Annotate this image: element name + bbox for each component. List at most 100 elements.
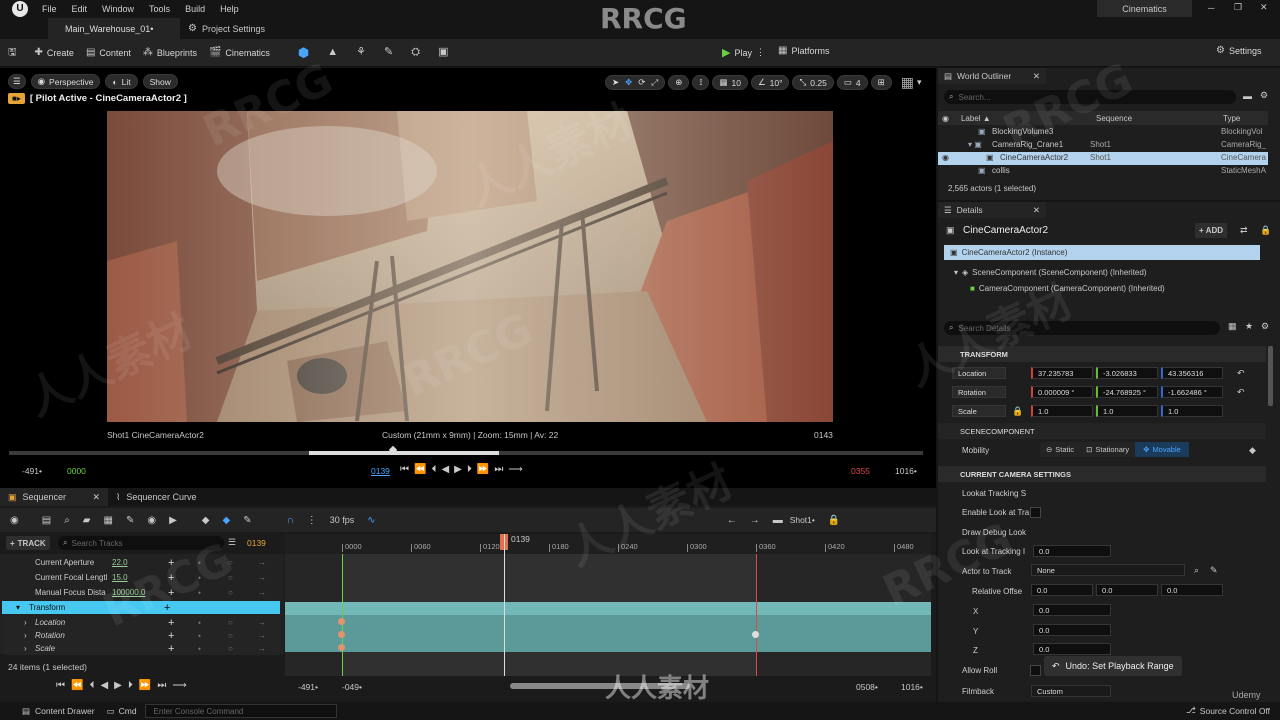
mobility-key-icon[interactable]: ◆ — [1249, 445, 1256, 456]
scenecomponent-section-header[interactable]: SCENECOMPONENT — [938, 423, 1266, 439]
prev-key-icon[interactable]: ⬩ — [198, 618, 201, 628]
blueprint-convert-icon[interactable]: ⇄ — [1240, 225, 1248, 236]
location-dropdown[interactable]: Location — [952, 367, 1006, 379]
tab-project-settings[interactable]: ⚙ Project Settings — [188, 18, 265, 39]
prev-key-icon[interactable]: ⬩ — [198, 644, 201, 654]
details-settings-icon[interactable]: ⚙ — [1261, 321, 1269, 332]
pilot-camera-icon[interactable]: ■▸ — [8, 93, 25, 104]
level-viewport[interactable]: ☰ ◉ Perspective ◐ Lit Show ➤ ✥ ⟳ ⤢ ⊕ ⟟ ▦ 10 ∠ 1… — [0, 68, 936, 488]
track-area[interactable] — [285, 534, 931, 676]
favorites-icon[interactable]: ★ — [1245, 321, 1253, 332]
prev-key-icon[interactable]: ⬩ — [198, 573, 201, 583]
track-search-input[interactable]: ⌕ Search Tracks — [58, 536, 224, 550]
next-key-icon[interactable]: → — [258, 573, 266, 582]
location-y[interactable]: -3.026833 — [1096, 367, 1158, 379]
track-value[interactable]: 22.0 — [112, 558, 128, 567]
mobility-static[interactable]: ⊖ Static — [1040, 442, 1081, 457]
outliner-row[interactable]: ▣ collis StaticMeshA — [938, 165, 1268, 178]
add-keyframe-icon[interactable]: ○ — [228, 631, 233, 640]
add-key-icon[interactable]: + — [168, 572, 174, 584]
forward-arrow-icon[interactable]: → — [750, 515, 760, 526]
next-key-icon[interactable]: → — [258, 644, 266, 653]
go-to-end-icon[interactable]: ⏭ — [494, 464, 503, 475]
track-row[interactable]: Current Aperture 22.0 + ⬩ ○ → — [4, 556, 280, 569]
col-sequence[interactable]: Sequence — [1096, 114, 1132, 123]
close-details-icon[interactable]: ✕ — [1033, 205, 1040, 216]
relative-offset-y[interactable]: 0.0 — [1096, 584, 1158, 596]
add-key-icon[interactable]: + — [168, 587, 174, 599]
outliner-row[interactable]: ◉ ▣ CineCameraActor2 Shot1 CineCamera — [938, 152, 1268, 165]
add-key-icon[interactable]: + — [168, 630, 174, 642]
source-control-button[interactable]: ⎇ Source Control Off — [1186, 705, 1270, 716]
time-ruler[interactable]: 0000 0060 0120 0180 0240 0300 0360 0420 0480 013… — [285, 534, 931, 554]
scale-z[interactable]: 1.0 — [1161, 405, 1223, 417]
fracture-mode-icon[interactable]: ▣ — [438, 47, 448, 58]
shot-selector[interactable]: Shot1• — [790, 515, 815, 525]
add-camera-icon[interactable]: ▤ — [42, 515, 51, 526]
visibility-icon[interactable]: ◉ — [942, 114, 949, 123]
outliner-row[interactable]: ▣ BlockingVolume3 BlockingVol — [938, 126, 1268, 139]
add-key-icon[interactable]: + — [164, 602, 170, 614]
blueprints-button[interactable]: ⁂ Blueprints — [143, 47, 197, 58]
maximize-viewport-button[interactable]: ⊞ — [870, 75, 892, 90]
seq-go-start-icon[interactable]: ⏮ — [56, 680, 65, 691]
world-space-button[interactable]: ⊕ — [668, 75, 690, 90]
rotation-y[interactable]: -24.768925 ° — [1096, 386, 1158, 398]
back-arrow-icon[interactable]: ← — [727, 515, 737, 526]
expand-arrow-icon[interactable]: › — [24, 618, 27, 627]
console-input[interactable]: Enter Console Command — [144, 704, 337, 718]
scale-y[interactable]: 1.0 — [1096, 405, 1158, 417]
seq-step-fwd-icon[interactable]: ⏵ — [128, 680, 133, 691]
add-track-button[interactable]: + TRACK — [6, 536, 50, 550]
scale-snap-button[interactable]: ⤡ 0.25 — [792, 75, 834, 90]
curve-icon[interactable]: ∿ — [367, 515, 375, 526]
outliner-row[interactable]: ▾ ▣ CameraRig_Crane1 Shot1 CameraRig_ — [938, 139, 1268, 152]
next-key-icon[interactable]: → — [258, 618, 266, 627]
settings-button[interactable]: ⚙ Settings — [1216, 46, 1262, 57]
next-key-icon[interactable]: ⏩ — [477, 464, 489, 475]
transform-tools[interactable]: ➤ ✥ ⟳ ⤢ — [605, 75, 666, 90]
next-key-icon[interactable]: → — [258, 588, 266, 597]
rotation-dropdown[interactable]: Rotation — [952, 386, 1006, 398]
actions-icon[interactable]: ✎ — [126, 515, 134, 526]
add-key-icon[interactable]: + — [168, 617, 174, 629]
viewport-layout-icon[interactable]: ▦ — [901, 74, 914, 91]
details-tab[interactable]: ☰ Details ✕ — [938, 202, 1046, 218]
menu-tools[interactable]: Tools — [149, 4, 170, 14]
filter-icon[interactable]: ☰ — [228, 537, 236, 548]
add-keyframe-icon[interactable]: ○ — [228, 558, 233, 567]
keyframe-end[interactable] — [752, 631, 759, 638]
lock-icon[interactable]: 🔒 — [828, 515, 840, 526]
prev-key-icon[interactable]: ⏪ — [414, 464, 426, 475]
seq-reverse-icon[interactable]: ◀ — [100, 680, 108, 691]
cinematics-button[interactable]: 🎬 Cinematics — [209, 47, 270, 58]
grid-snap-button[interactable]: ▦ 10 — [712, 75, 748, 90]
current-frame-field[interactable]: 0139 — [247, 538, 266, 548]
menu-build[interactable]: Build — [185, 4, 205, 14]
close-window-icon[interactable]: ✕ — [1260, 2, 1268, 13]
play-reverse-icon[interactable]: ◀ — [441, 464, 449, 475]
mobility-stationary[interactable]: ⊡ Stationary — [1080, 442, 1136, 457]
keyframe-rotation[interactable] — [338, 631, 345, 638]
offset-x-field[interactable]: 0.0 — [1033, 604, 1111, 616]
seq-go-end-icon[interactable]: ⏭ — [157, 680, 166, 691]
offset-z-field[interactable]: 0.0 — [1033, 643, 1111, 655]
scale-x[interactable]: 1.0 — [1031, 405, 1093, 417]
outliner-search[interactable]: ⌕ Search... — [944, 90, 1236, 104]
outliner-tab[interactable]: ▤ World Outliner ✕ — [938, 68, 1046, 84]
relative-offset-x[interactable]: 0.0 — [1031, 584, 1093, 596]
content-drawer-button[interactable]: ▤ Content Drawer — [22, 706, 95, 717]
seq-next-key-icon[interactable]: ⏩ — [139, 680, 151, 691]
scale-lock-icon[interactable]: 🔒 — [1012, 406, 1023, 417]
show-button[interactable]: Show — [142, 74, 178, 89]
location-z[interactable]: 43.356316 — [1161, 367, 1223, 379]
keyframe-scale[interactable] — [338, 644, 345, 651]
add-keyframe-icon[interactable]: ○ — [228, 573, 233, 582]
seq-prev-key-icon[interactable]: ⏪ — [71, 680, 83, 691]
track-row[interactable]: Manual Focus Dista 100000.0 + ⬩ ○ → — [4, 586, 280, 599]
select-mode-icon[interactable]: ⬢ — [298, 46, 309, 59]
offset-y-field[interactable]: 0.0 — [1033, 624, 1111, 636]
eyedropper-icon[interactable]: ✎ — [1210, 565, 1218, 576]
outliner-settings-icon[interactable]: ⚙ — [1260, 90, 1268, 101]
prev-key-icon[interactable]: ⬩ — [198, 588, 201, 598]
